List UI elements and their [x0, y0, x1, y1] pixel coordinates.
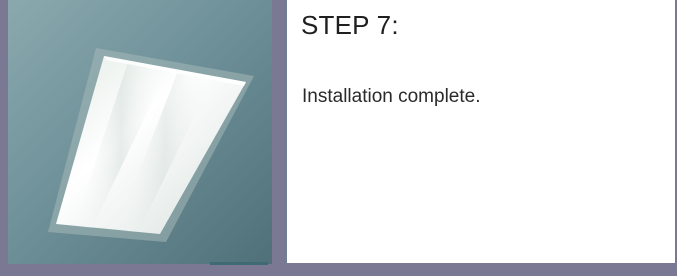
step-title: STEP 7: [301, 10, 399, 40]
ceiling-light-illustration [8, 0, 272, 264]
step-text-panel: STEP 7: Installation complete. [285, 0, 675, 263]
bottom-accent-line [210, 262, 268, 265]
step-description: Installation complete. [302, 86, 481, 107]
ceiling-light-photo [8, 0, 272, 264]
bottom-divider [0, 264, 677, 276]
instruction-card: STEP 7: Installation complete. [0, 0, 677, 276]
